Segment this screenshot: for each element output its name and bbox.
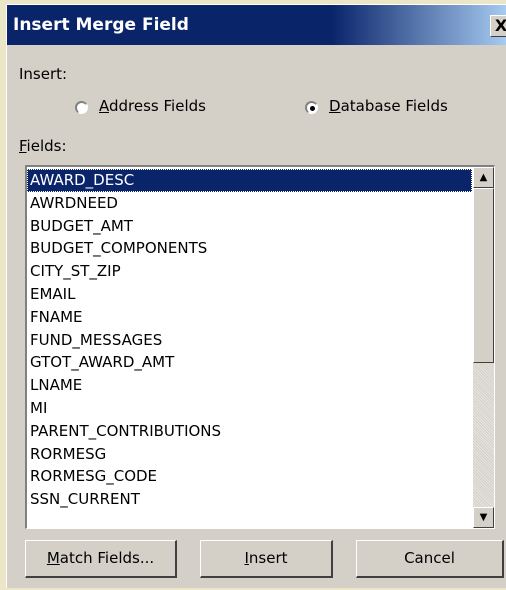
list-item[interactable]: SSN_CURRENT [27, 488, 472, 511]
insert-merge-field-dialog: Insert Merge Field X Insert: Address Fie… [6, 4, 506, 588]
list-item[interactable]: MI [27, 397, 472, 420]
insert-label: Insert: [19, 65, 68, 83]
list-item[interactable]: BUDGET_AMT [27, 215, 472, 238]
list-item[interactable]: RORMESG_CODE [27, 465, 472, 488]
list-item[interactable]: FUND_MESSAGES [27, 329, 472, 352]
fields-listbox[interactable]: AWARD_DESC AWRDNEED BUDGET_AMT BUDGET_CO… [25, 165, 495, 529]
address-fields-label[interactable]: Address Fields [99, 97, 206, 115]
scrollbar-thumb[interactable] [473, 188, 494, 363]
database-fields-label[interactable]: Database Fields [329, 97, 448, 115]
list-item[interactable]: CITY_ST_ZIP [27, 260, 472, 283]
radio-selected-dot [310, 106, 315, 111]
dialog-title: Insert Merge Field [13, 15, 189, 35]
list-item[interactable]: AWRDNEED [27, 192, 472, 215]
list-item[interactable]: LNAME [27, 374, 472, 397]
cancel-button[interactable]: Cancel [356, 540, 504, 578]
list-item[interactable]: RORMESG [27, 443, 472, 466]
fields-label: Fields: [19, 137, 67, 155]
insert-button[interactable]: Insert [200, 540, 333, 578]
scroll-down-arrow-icon[interactable]: ▼ [473, 507, 494, 528]
list-item[interactable]: AWARD_DESC [27, 169, 472, 192]
fields-list: AWARD_DESC AWRDNEED BUDGET_AMT BUDGET_CO… [27, 169, 472, 511]
list-item[interactable]: GTOT_AWARD_AMT [27, 351, 472, 374]
list-item[interactable]: EMAIL [27, 283, 472, 306]
database-fields-radio[interactable] [305, 101, 318, 114]
address-fields-radio[interactable] [75, 101, 88, 114]
vertical-scrollbar[interactable]: ▲ ▼ [473, 167, 494, 528]
match-fields-button[interactable]: Match Fields... [25, 540, 177, 578]
close-button[interactable]: X [490, 15, 506, 37]
list-item[interactable]: BUDGET_COMPONENTS [27, 237, 472, 260]
list-item[interactable]: FNAME [27, 306, 472, 329]
scroll-up-arrow-icon[interactable]: ▲ [473, 167, 494, 188]
list-item[interactable]: PARENT_CONTRIBUTIONS [27, 420, 472, 443]
title-bar[interactable]: Insert Merge Field X [7, 5, 506, 45]
